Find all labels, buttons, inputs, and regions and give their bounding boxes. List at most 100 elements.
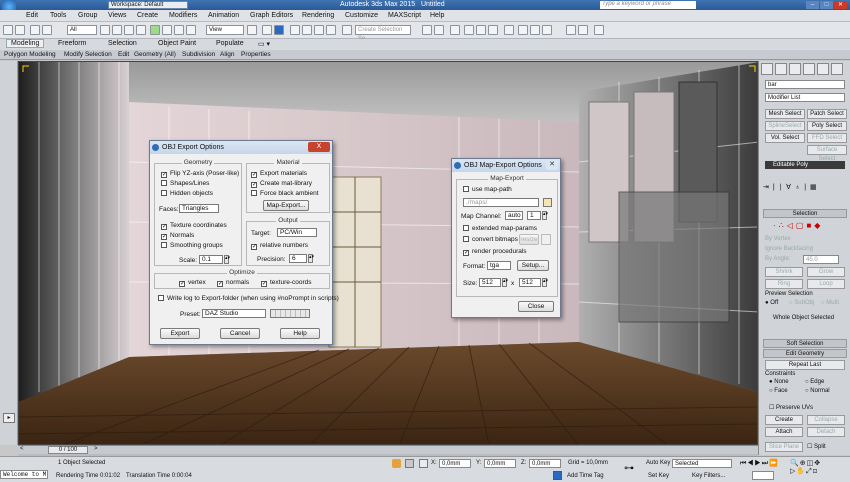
detach-button[interactable]: Detach [807,427,845,437]
absolute-mode-icon[interactable] [419,459,428,468]
window-crossing-icon[interactable] [136,25,146,35]
constraint-edge-radio[interactable]: ○ Edge [805,379,824,385]
close-window-button[interactable]: ✕ [834,1,847,9]
force-black-ambient-checkbox[interactable]: Force black ambient [251,190,319,197]
opt-texture-checkbox[interactable]: ✓ texture-coords [261,279,312,287]
map-export-close-button[interactable]: Close [518,301,554,312]
map-export-titlebar[interactable]: OBJ Map-Export Options [452,159,560,172]
by-vertex-checkbox[interactable]: By Vertex [765,236,791,242]
map-channel-mode[interactable]: auto [505,211,523,220]
setup-button[interactable]: Setup... [517,260,549,271]
render-procedurals-checkbox[interactable]: ✓ render procedurals [463,248,527,256]
convert-bitmaps-checkbox[interactable]: convert bitmaps [463,236,518,243]
ribbon-options-icon[interactable]: ▭ ▾ [258,40,270,48]
menu-edit[interactable]: Edit [26,12,38,19]
map-export-close-x[interactable]: ✕ [546,160,558,170]
spline-select-button[interactable]: SplineSelect [765,121,805,131]
scale-icon[interactable] [174,25,184,35]
add-time-tag-button[interactable]: Add Time Tag [567,473,604,479]
attach-button[interactable]: Attach [765,427,803,437]
redo-icon[interactable] [15,25,25,35]
smoothing-groups-checkbox[interactable]: Smoothing groups [161,242,223,249]
size-height-spinner[interactable]: ▴▾ [542,278,548,287]
export-materials-checkbox[interactable]: ✓ Export materials [251,170,307,178]
menu-modifiers[interactable]: Modifiers [169,12,197,19]
format-dropdown[interactable]: tga [487,261,511,270]
use-map-path-checkbox[interactable]: use map-path [463,186,512,193]
preview-multi-radio[interactable]: ○ Multi [821,300,839,306]
tab-object-paint[interactable]: Object Paint [158,40,196,47]
time-slider[interactable]: < 0 / 100 > [18,445,758,454]
align-icon[interactable] [434,25,444,35]
hidden-objects-checkbox[interactable]: Hidden objects [161,190,213,197]
undo-icon[interactable] [3,25,13,35]
perspective-viewport[interactable]: OBJ Export Options X Geometry ✓ Flip YZ-a… [18,61,758,445]
surface-select-button[interactable]: Surface Select [807,145,847,162]
set-key-button[interactable]: Set Key [648,473,669,479]
preset-manager-icon[interactable] [270,309,310,318]
time-prev-button[interactable]: < [20,446,24,452]
constraint-normal-radio[interactable]: ○ Normal [805,388,830,394]
time-slider-thumb[interactable]: 0 / 100 [48,446,88,454]
map-channel-input[interactable]: 1 [527,211,541,220]
place-icon[interactable] [186,25,196,35]
preset-dropdown[interactable]: DAZ Studio [202,309,266,318]
create-tab-icon[interactable] [761,63,773,75]
percent-snap-icon[interactable] [314,25,324,35]
scale-spinner[interactable]: ▴▾ [224,255,230,264]
folder-icon[interactable] [543,198,552,207]
create-button[interactable]: Create [765,415,803,425]
menu-tools[interactable]: Tools [50,12,66,19]
rotate-icon[interactable] [162,25,172,35]
object-name-input[interactable]: bar [765,80,845,89]
playback-controls[interactable]: ⏮◀▶⏭⏩ [740,459,779,468]
shapes-lines-checkbox[interactable]: Shapes/Lines [161,180,209,187]
subobject-level-icons[interactable]: ·∴◁▢■◆ [773,221,843,231]
render-iterative-icon[interactable] [578,25,588,35]
menu-customize[interactable]: Customize [345,12,378,19]
selection-filter-dropdown[interactable]: All [67,25,97,35]
menu-views[interactable]: Views [108,12,127,19]
hierarchy-tab-icon[interactable] [789,63,801,75]
faces-dropdown[interactable]: Triangles [179,204,219,213]
cancel-button[interactable]: Cancel [220,328,260,339]
viewport-nav-controls[interactable]: 🔍⊕◫✥ ▷✋⤢⊡ [790,459,848,481]
edit-named-sel-icon[interactable] [342,25,352,35]
render-icon[interactable] [542,25,552,35]
motion-tab-icon[interactable] [803,63,815,75]
maxscript-listener-input[interactable]: Welcome to M [0,470,48,479]
mirror-icon[interactable] [422,25,432,35]
material-editor-icon[interactable] [504,25,514,35]
shrink-button[interactable]: Shrink [765,267,803,277]
size-width-input[interactable]: 512 [479,278,501,287]
time-tag-icon[interactable] [553,471,562,480]
opt-vertex-checkbox[interactable]: ✓ vertex [179,279,206,287]
key-selection-dropdown[interactable]: Selected [672,459,732,468]
display-tab-icon[interactable] [817,63,829,75]
pivot-icon[interactable] [247,25,257,35]
search-input[interactable]: Type a keyword or phrase [600,1,696,9]
opt-normals-checkbox[interactable]: ✓ normals [217,279,249,287]
constraint-none-radio[interactable]: ● None [769,379,789,385]
named-selection-input[interactable]: Create Selection Se [355,25,411,42]
tab-freeform[interactable]: Freeform [58,40,86,47]
split-checkbox[interactable]: ☐ Split [807,443,826,450]
soft-selection-rollout[interactable]: Soft Selection [763,339,847,348]
constraint-face-radio[interactable]: ○ Face [769,388,788,394]
rect-selection-icon[interactable] [124,25,134,35]
panel-geometry-all[interactable]: Geometry (All) [134,51,176,58]
spinner-snap-icon[interactable] [326,25,336,35]
menu-animation[interactable]: Animation [208,12,239,19]
map-channel-spinner[interactable]: ▴▾ [542,211,548,220]
by-angle-checkbox[interactable]: By Angle: [765,256,790,262]
keyboard-shortcut-icon[interactable] [274,25,284,35]
stack-controls-icons[interactable]: ⇥|∣∀♁|▦ [763,183,847,193]
tab-populate[interactable]: Populate [216,40,244,47]
angle-snap-icon[interactable] [302,25,312,35]
obj-export-titlebar[interactable]: OBJ Export Options [150,141,332,154]
extra-tools-icon[interactable] [594,25,604,35]
scale-input[interactable]: 0.1 [199,255,223,264]
panel-properties[interactable]: Properties [241,51,271,58]
panel-modify-selection[interactable]: Modify Selection [64,51,112,58]
resize-button[interactable]: resize [519,234,539,245]
